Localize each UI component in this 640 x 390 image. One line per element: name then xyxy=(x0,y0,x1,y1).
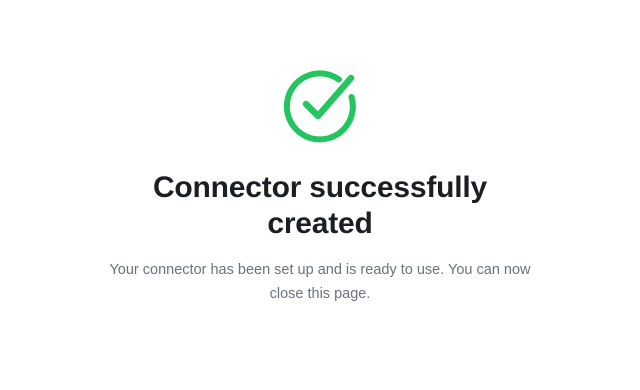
check-circle-icon xyxy=(281,66,359,144)
page-title: Connector successfully created xyxy=(152,171,488,240)
status-message: Your connector has been set up and is re… xyxy=(109,262,531,302)
success-page: Connector successfully created Your conn… xyxy=(0,0,640,390)
